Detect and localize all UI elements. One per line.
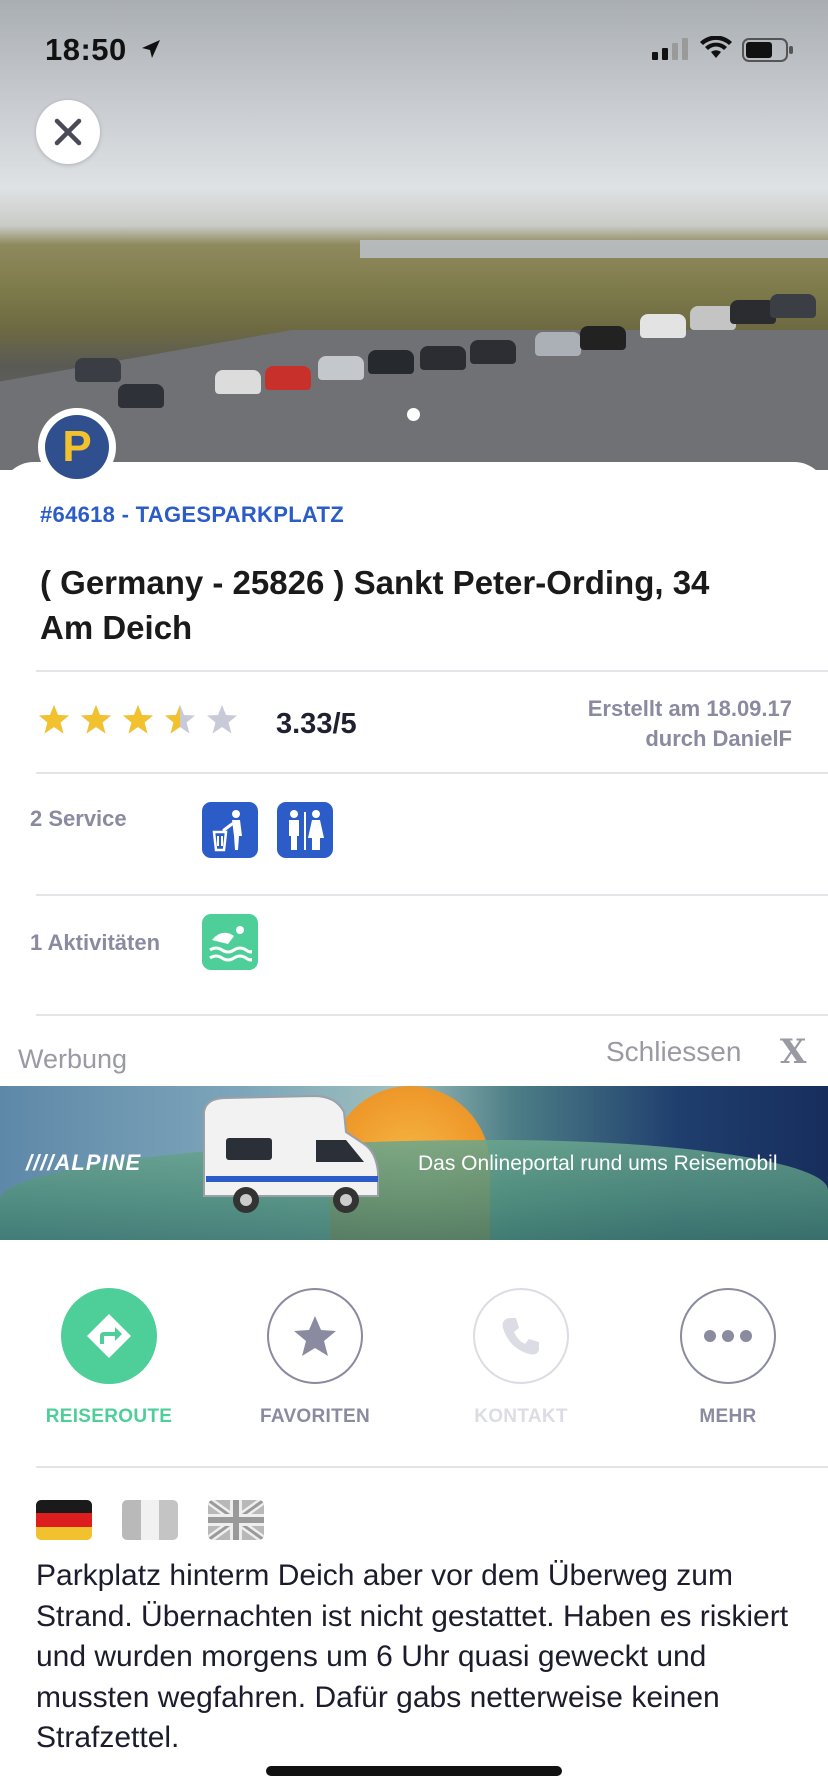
place-description: Parkplatz hinterm Deich aber vor dem Übe… xyxy=(36,1559,789,1754)
place-reference: #64618 - TAGESPARKPLATZ xyxy=(40,502,344,527)
contact-button[interactable] xyxy=(473,1288,569,1384)
car xyxy=(215,370,261,394)
ad-close-x-icon[interactable]: X xyxy=(780,1032,806,1072)
status-bar: 18:50 xyxy=(0,0,828,100)
location-arrow-icon xyxy=(142,40,160,58)
divider xyxy=(36,772,828,774)
carousel-page-indicator xyxy=(407,408,420,421)
more-icon xyxy=(704,1330,752,1342)
rating-star-icon xyxy=(123,705,153,734)
rating-stars xyxy=(38,704,238,736)
cellular-signal-icon xyxy=(652,38,688,60)
rating-star-icon xyxy=(39,705,69,734)
ad-brand-logo: ////ALPINE xyxy=(26,1150,142,1175)
divider xyxy=(36,894,828,896)
swimming-icon[interactable] xyxy=(202,914,258,970)
camper-van-illustration xyxy=(203,1094,379,1213)
ad-label: Werbung xyxy=(18,1044,128,1074)
more-button[interactable] xyxy=(680,1288,776,1384)
service-label: 2 Service xyxy=(30,806,127,831)
divider xyxy=(36,1466,828,1468)
car xyxy=(535,332,581,356)
created-date: Erstellt am 18.09.17 xyxy=(587,696,792,721)
rating-star-icon xyxy=(207,705,237,734)
car xyxy=(420,346,466,370)
ad-close-button[interactable]: Schliessen xyxy=(606,1036,741,1068)
rating-star-icon xyxy=(81,705,111,734)
phone-icon xyxy=(502,1318,539,1355)
car xyxy=(770,294,816,318)
car xyxy=(318,356,364,380)
home-indicator[interactable] xyxy=(266,1766,562,1776)
uk-flag-icon[interactable] xyxy=(208,1500,264,1540)
divider xyxy=(36,1014,828,1016)
car xyxy=(470,340,516,364)
ad-tagline: Das Onlineportal rund ums Reisemobil xyxy=(418,1152,778,1175)
battery-icon xyxy=(742,38,793,62)
route-label[interactable]: REISEROUTE xyxy=(19,1406,199,1428)
wifi-icon xyxy=(700,36,732,58)
parking-badge: P xyxy=(38,408,116,486)
favorites-label[interactable]: FAVORITEN xyxy=(225,1406,405,1428)
trash-bin-icon[interactable] xyxy=(202,802,258,858)
close-button[interactable] xyxy=(36,100,100,164)
directions-icon xyxy=(87,1314,131,1358)
parking-badge-letter: P xyxy=(45,415,109,479)
place-title: ( Germany - 25826 ) Sankt Peter-Ording, … xyxy=(40,564,710,646)
car xyxy=(75,358,121,382)
favorites-button[interactable] xyxy=(267,1288,363,1384)
german-flag-icon[interactable] xyxy=(36,1500,92,1540)
sea-strip xyxy=(360,240,828,258)
star-icon xyxy=(294,1316,336,1356)
car xyxy=(580,326,626,350)
created-info: Erstellt am 18.09.17 durch DanielF xyxy=(588,694,792,754)
status-time: 18:50 xyxy=(45,32,127,67)
restroom-icon[interactable] xyxy=(277,802,333,858)
more-label[interactable]: MEHR xyxy=(638,1406,818,1428)
rating-star-icon xyxy=(165,705,195,734)
car xyxy=(265,366,311,390)
language-flags xyxy=(36,1500,264,1540)
close-icon xyxy=(54,118,82,146)
divider xyxy=(36,670,828,672)
car xyxy=(640,314,686,338)
rating-value: 3.33/5 xyxy=(276,708,357,740)
contact-label[interactable]: KONTAKT xyxy=(431,1406,611,1428)
route-button[interactable] xyxy=(61,1288,157,1384)
activities-label: 1 Aktivitäten xyxy=(30,930,161,955)
created-by: durch DanielF xyxy=(645,726,792,751)
car xyxy=(368,350,414,374)
french-flag-icon[interactable] xyxy=(122,1500,178,1540)
car xyxy=(118,384,164,408)
